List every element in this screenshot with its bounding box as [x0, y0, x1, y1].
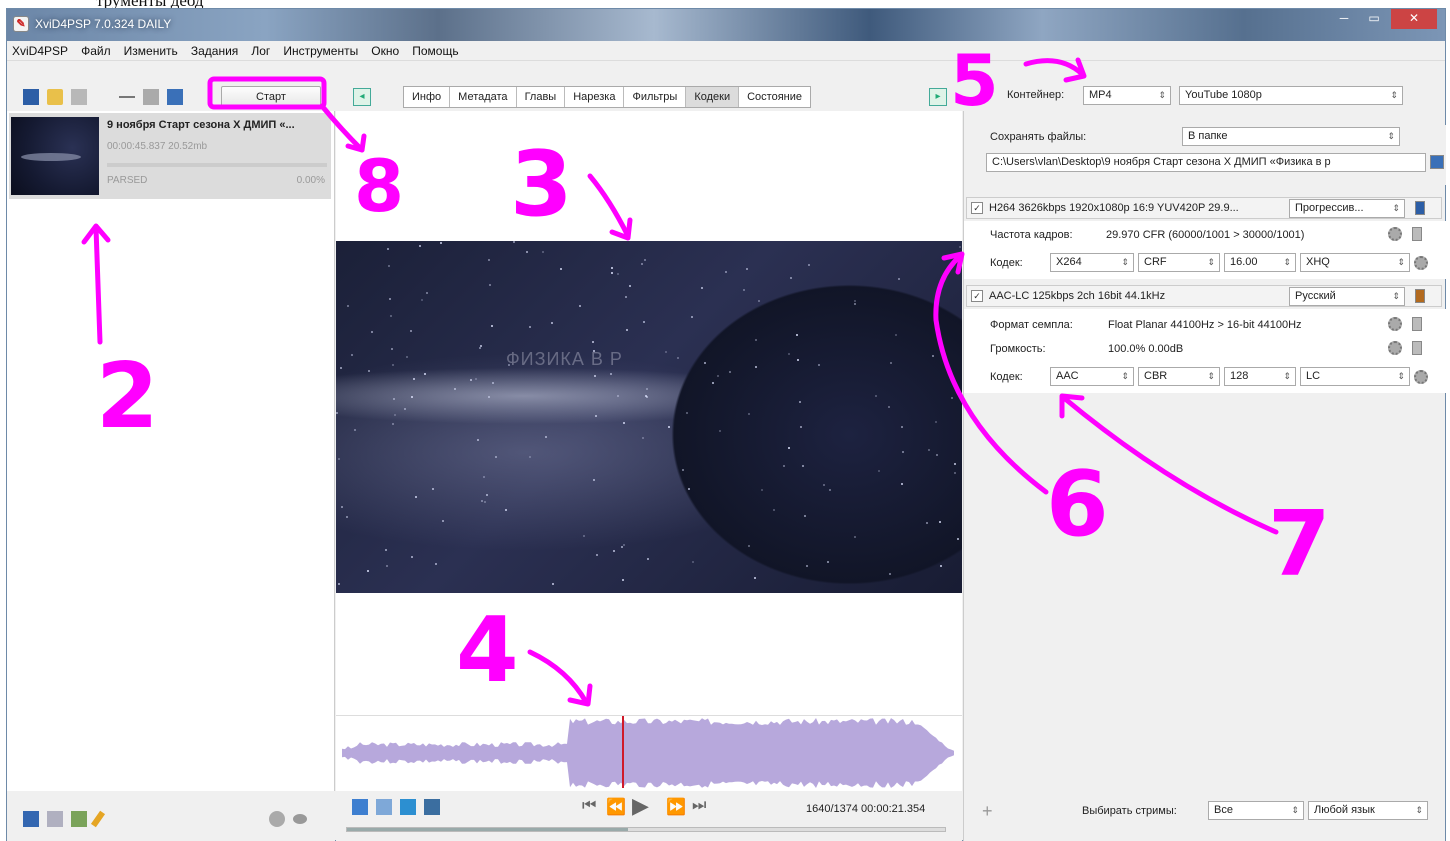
annotation-arrow [93, 225, 103, 345]
annotation-number-6: 6 [1046, 452, 1109, 557]
annotation-arrow [933, 253, 1049, 495]
annotation-number-7: 7 [1268, 492, 1331, 597]
annotation-number-4: 4 [456, 598, 519, 703]
annotation-number-2: 2 [96, 344, 159, 449]
annotation-number-3: 3 [510, 132, 573, 237]
annotation-arrow [1023, 58, 1085, 77]
screen: трументы деод ✎ XviD4PSP 7.0.324 DAILY ─… [0, 0, 1450, 841]
annotation-overlay [81, 57, 1279, 707]
annotation-arrow [587, 173, 631, 239]
annotation-arrow [527, 649, 589, 705]
annotation-box [207, 76, 327, 110]
annotation-number-8: 8 [354, 144, 405, 228]
annotation-number-5: 5 [950, 40, 999, 122]
